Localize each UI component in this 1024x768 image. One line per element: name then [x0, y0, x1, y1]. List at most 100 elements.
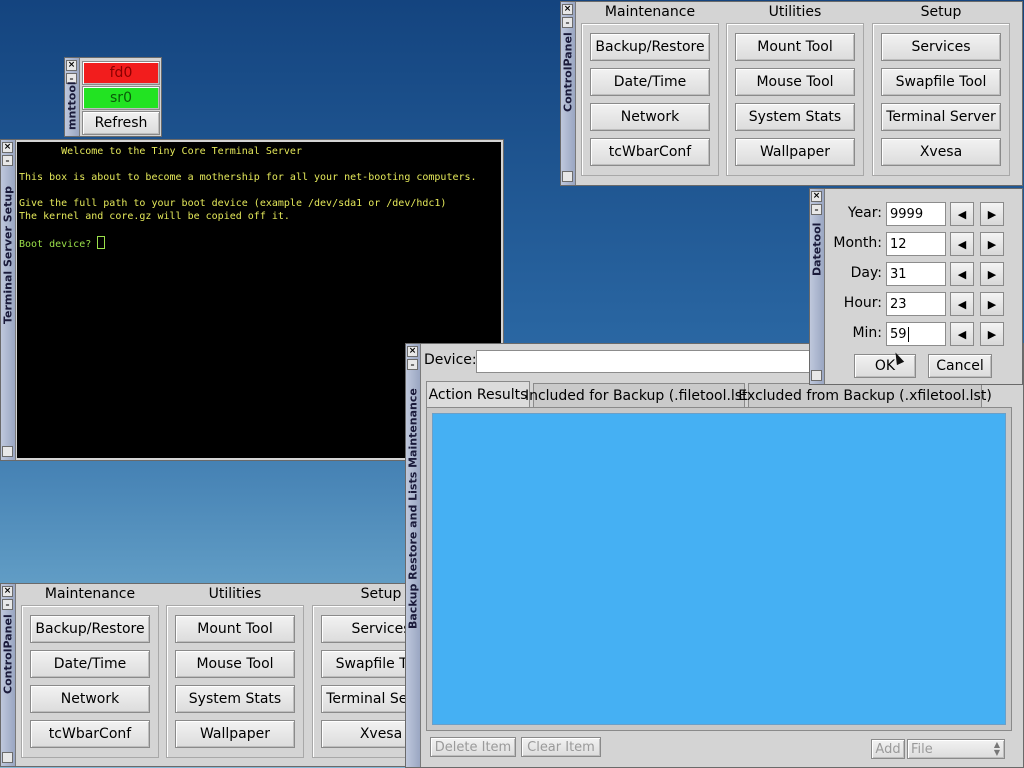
spinner-icon: ▲ ▼	[993, 740, 1000, 757]
date-field-label: Month:	[833, 235, 882, 251]
minimize-icon[interactable]: –	[2, 599, 13, 610]
cp-button-mount-tool[interactable]: Mount Tool	[175, 615, 295, 643]
tab-excluded-backup[interactable]: Excluded from Backup (.xfiletool.lst)	[738, 383, 992, 407]
date-field-label: Hour:	[843, 295, 882, 311]
close-icon[interactable]: ×	[562, 4, 573, 15]
cp-button-backup-restore[interactable]: Backup/Restore	[590, 33, 710, 61]
close-icon[interactable]: ×	[811, 191, 822, 202]
group-heading-setup: Setup	[920, 4, 962, 20]
control-panel-window: × – ControlPanel Maintenance Backup/Resto…	[560, 1, 1023, 186]
cp-button-mouse-tool[interactable]: Mouse Tool	[175, 650, 295, 678]
terminal-line: The kernel and core.gz will be copied of…	[19, 211, 290, 222]
datetool-titlebar[interactable]: × – Datetool	[810, 189, 825, 384]
window-title: Backup Restore and Lists Maintenance	[406, 388, 420, 630]
arrow-left-icon[interactable]: ◀	[950, 232, 974, 256]
window-title: ControlPanel	[1, 614, 15, 694]
terminal-line: This box is about to become a mothership…	[19, 172, 477, 183]
cp-button-tcwbarconf[interactable]: tcWbarConf	[590, 138, 710, 166]
ok-button[interactable]: OK	[854, 354, 916, 378]
minimize-icon[interactable]: –	[407, 359, 418, 370]
terminal-prompt: Boot device?	[19, 236, 106, 251]
refresh-button[interactable]: Refresh	[82, 111, 160, 135]
window-title: mnttool	[65, 81, 79, 131]
clear-item-button[interactable]: Clear Item	[521, 737, 601, 757]
group-heading-maintenance: Maintenance	[604, 4, 696, 20]
cp-button-date-time[interactable]: Date/Time	[590, 68, 710, 96]
cp-button-backup-restore[interactable]: Backup/Restore	[30, 615, 150, 643]
file-type-select[interactable]: File ▲ ▼	[907, 739, 1005, 759]
date-field-input[interactable]: 59	[886, 322, 946, 346]
date-field-label: Day:	[850, 265, 882, 281]
mnttool-window: × – mnttool fd0 sr0 Refresh	[64, 57, 162, 137]
maximize-icon[interactable]	[2, 752, 13, 763]
arrow-right-icon[interactable]: ▶	[980, 292, 1004, 316]
terminal-line: Give the full path to your boot device (…	[19, 198, 447, 209]
close-icon[interactable]: ×	[407, 346, 418, 357]
terminal-titlebar[interactable]: × – Terminal Server Setup	[1, 140, 16, 460]
arrow-left-icon[interactable]: ◀	[950, 322, 974, 346]
group-heading-utilities: Utilities	[768, 4, 822, 20]
cp-button-wallpaper[interactable]: Wallpaper	[175, 720, 295, 748]
arrow-right-icon[interactable]: ▶	[980, 232, 1004, 256]
cp-button-wallpaper[interactable]: Wallpaper	[735, 138, 855, 166]
maximize-icon[interactable]	[2, 446, 13, 457]
cp-button-system-stats[interactable]: System Stats	[735, 103, 855, 131]
close-icon[interactable]: ×	[66, 60, 77, 71]
terminal-line: Welcome to the Tiny Core Terminal Server	[19, 146, 302, 157]
control-panel-window-2: × – ControlPanel Maintenance Backup/Resto…	[0, 583, 463, 767]
arrow-left-icon[interactable]: ◀	[950, 262, 974, 286]
cancel-button[interactable]: Cancel	[928, 354, 992, 378]
cursor-icon	[97, 236, 106, 249]
control-panel-titlebar[interactable]: × – ControlPanel	[561, 2, 576, 185]
date-field-input[interactable]: 31	[886, 262, 946, 286]
device-label: Device:	[424, 352, 477, 368]
cp-button-terminal-server[interactable]: Terminal Server	[881, 103, 1001, 131]
arrow-left-icon[interactable]: ◀	[950, 292, 974, 316]
minimize-icon[interactable]: –	[811, 204, 822, 215]
date-field-label: Min:	[852, 325, 882, 341]
close-icon[interactable]: ×	[2, 142, 13, 153]
group-heading-maintenance: Maintenance	[44, 586, 136, 602]
cp-button-network[interactable]: Network	[590, 103, 710, 131]
tab-included-backup[interactable]: Included for Backup (.filetool.lst)	[525, 383, 753, 407]
close-icon[interactable]: ×	[2, 586, 13, 597]
group-heading-utilities: Utilities	[208, 586, 262, 602]
arrow-right-icon[interactable]: ▶	[980, 322, 1004, 346]
cp-button-mouse-tool[interactable]: Mouse Tool	[735, 68, 855, 96]
delete-item-button[interactable]: Delete Item	[430, 737, 516, 757]
cp-button-system-stats[interactable]: System Stats	[175, 685, 295, 713]
window-title: Terminal Server Setup	[1, 185, 15, 325]
cp-button-services[interactable]: Services	[881, 33, 1001, 61]
date-field-label: Year:	[847, 205, 882, 221]
cp-button-date-time[interactable]: Date/Time	[30, 650, 150, 678]
arrow-right-icon[interactable]: ▶	[980, 262, 1004, 286]
cp-button-xvesa[interactable]: Xvesa	[881, 138, 1001, 166]
date-field-input[interactable]: 23	[886, 292, 946, 316]
backup-titlebar[interactable]: × – Backup Restore and Lists Maintenance	[406, 344, 421, 767]
arrow-left-icon[interactable]: ◀	[950, 202, 974, 226]
window-title: Datetool	[810, 222, 824, 276]
window-title: ControlPanel	[561, 32, 575, 112]
cp-button-network[interactable]: Network	[30, 685, 150, 713]
cp-button-mount-tool[interactable]: Mount Tool	[735, 33, 855, 61]
control-panel-titlebar[interactable]: × – ControlPanel	[1, 584, 16, 766]
date-field-input[interactable]: 12	[886, 232, 946, 256]
date-field-input[interactable]: 9999	[886, 202, 946, 226]
minimize-icon[interactable]: –	[2, 155, 13, 166]
backup-window: × – Backup Restore and Lists Maintenance…	[405, 343, 1024, 768]
cp-button-swapfile-tool[interactable]: Swapfile Tool	[881, 68, 1001, 96]
tab-action-results[interactable]: Action Results	[426, 381, 530, 407]
add-button[interactable]: Add	[871, 739, 905, 759]
results-area[interactable]	[432, 413, 1006, 725]
action-results-panel	[426, 407, 1012, 731]
device-button-sr0[interactable]: sr0	[82, 86, 160, 110]
mnttool-titlebar[interactable]: × – mnttool	[65, 58, 80, 136]
cp-button-tcwbarconf[interactable]: tcWbarConf	[30, 720, 150, 748]
arrow-right-icon[interactable]: ▶	[980, 202, 1004, 226]
maximize-icon[interactable]	[811, 370, 822, 381]
minimize-icon[interactable]: –	[562, 17, 573, 28]
maximize-icon[interactable]	[562, 171, 573, 182]
datetool-window: × – Datetool OK Cancel Year: 9999 ◀ ▶ Month:…	[809, 188, 1023, 385]
device-button-fd0[interactable]: fd0	[82, 61, 160, 85]
text-cursor-icon	[907, 326, 909, 342]
